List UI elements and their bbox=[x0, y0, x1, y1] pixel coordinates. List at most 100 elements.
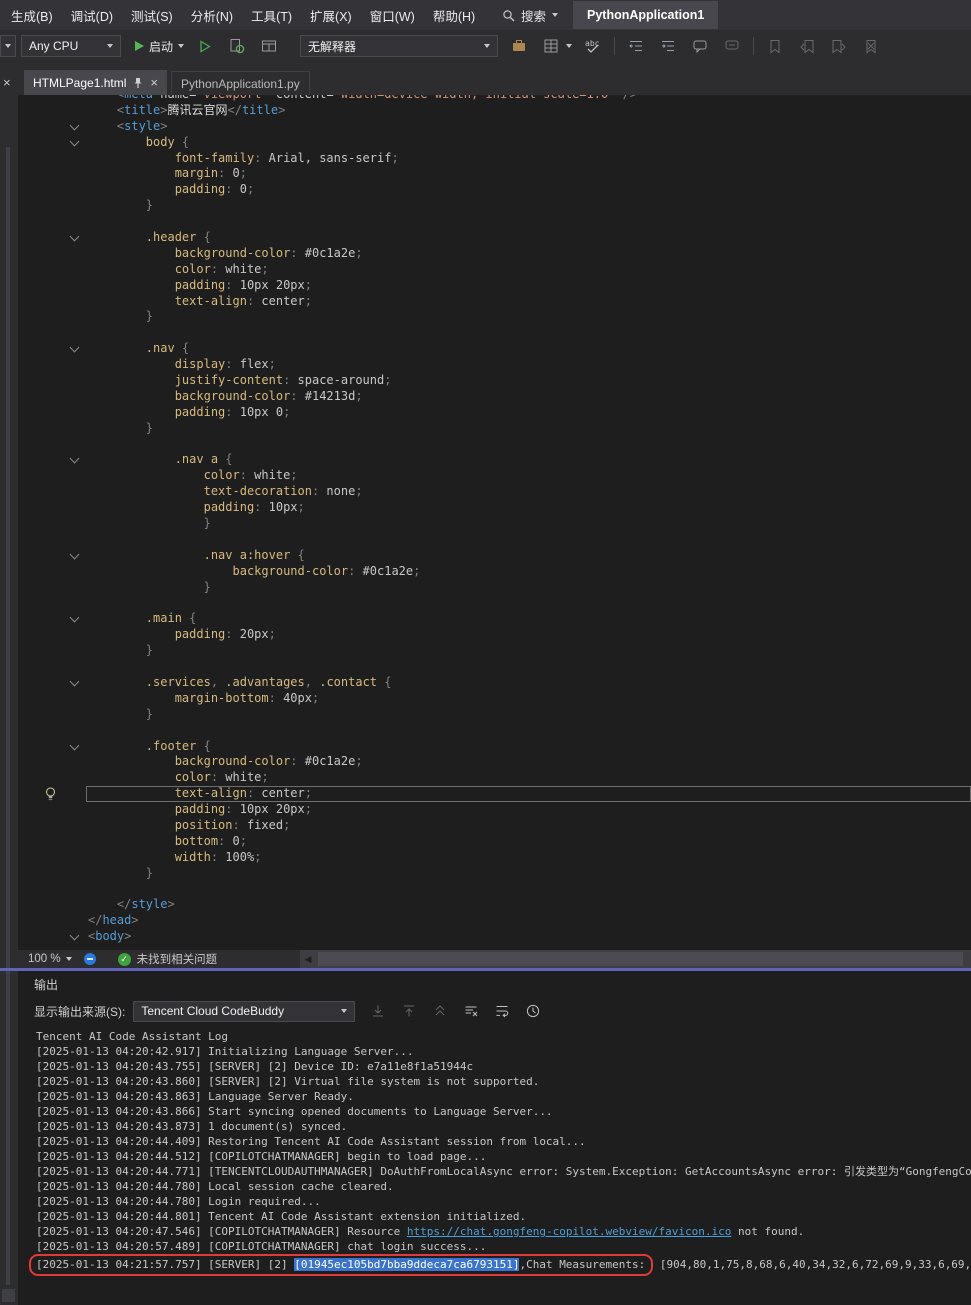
search-box[interactable]: 搜索 bbox=[494, 3, 566, 27]
left-scrollbar-button[interactable] bbox=[2, 1289, 15, 1302]
code-line[interactable] bbox=[18, 723, 971, 739]
code-line[interactable]: padding: 20px; bbox=[18, 627, 971, 643]
history-button[interactable] bbox=[524, 1002, 542, 1020]
code-line[interactable] bbox=[18, 214, 971, 230]
code-line[interactable]: <title>腾讯云官网</title> bbox=[18, 103, 971, 119]
code-line[interactable]: bottom: 0; bbox=[18, 834, 971, 850]
python-environment-button[interactable] bbox=[508, 35, 530, 57]
code-line[interactable]: } bbox=[18, 866, 971, 882]
start-without-debug-button[interactable] bbox=[194, 35, 216, 57]
code-line[interactable]: position: fixed; bbox=[18, 818, 971, 834]
next-message-button[interactable] bbox=[400, 1002, 418, 1020]
start-debug-button[interactable]: 启动 bbox=[135, 38, 184, 55]
code-line[interactable]: color: white; bbox=[18, 468, 971, 484]
close-icon[interactable]: × bbox=[150, 77, 158, 89]
menu-item-3[interactable]: 分析(N) bbox=[182, 0, 242, 31]
code-line[interactable] bbox=[18, 596, 971, 612]
code-line[interactable]: .services, .advantages, .contact { bbox=[18, 675, 971, 691]
truncated-combo[interactable] bbox=[0, 35, 16, 57]
code-line[interactable]: <body> bbox=[18, 929, 971, 945]
code-line[interactable]: } bbox=[18, 421, 971, 437]
code-line[interactable] bbox=[18, 882, 971, 898]
code-line[interactable]: padding: 10px 20px; bbox=[18, 802, 971, 818]
code-line[interactable]: } bbox=[18, 707, 971, 723]
code-line[interactable]: </style> bbox=[18, 897, 971, 913]
decrease-indent-button[interactable] bbox=[625, 35, 647, 57]
attach-to-process-button[interactable] bbox=[226, 35, 248, 57]
scroll-left-icon[interactable]: ◀ bbox=[300, 950, 316, 968]
spell-check-button[interactable]: abc bbox=[582, 35, 604, 57]
pin-icon[interactable] bbox=[133, 77, 143, 89]
menu-item-7[interactable]: 帮助(H) bbox=[424, 0, 484, 31]
code-line[interactable]: } bbox=[18, 580, 971, 596]
menu-item-2[interactable]: 测试(S) bbox=[122, 0, 182, 31]
code-line[interactable]: color: white; bbox=[18, 770, 971, 786]
interpreter-combo[interactable]: 无解释器 bbox=[300, 35, 498, 57]
document-health[interactable]: ✓ 未找到相关问题 bbox=[118, 951, 218, 967]
prev-bookmark-button[interactable] bbox=[796, 35, 818, 57]
code-line[interactable]: padding: 10px 20px; bbox=[18, 278, 971, 294]
log-link[interactable]: https://chat.gongfeng-copilot.webview/fa… bbox=[407, 1225, 732, 1238]
sync-status-icon[interactable] bbox=[84, 953, 96, 965]
toggle-bookmark-button[interactable] bbox=[764, 35, 786, 57]
clear-bookmarks-button[interactable] bbox=[860, 35, 882, 57]
code-line[interactable]: font-family: Arial, sans-serif; bbox=[18, 151, 971, 167]
code-line[interactable]: .main { bbox=[18, 611, 971, 627]
menu-item-0[interactable]: 生成(B) bbox=[2, 0, 62, 31]
code-line[interactable]: display: flex; bbox=[18, 357, 971, 373]
code-line[interactable]: color: white; bbox=[18, 262, 971, 278]
preview-window-button[interactable] bbox=[258, 35, 280, 57]
platform-combo[interactable]: Any CPU bbox=[21, 35, 121, 57]
word-wrap-button[interactable] bbox=[493, 1002, 511, 1020]
menu-item-6[interactable]: 窗口(W) bbox=[361, 0, 424, 31]
code-line[interactable]: .nav { bbox=[18, 341, 971, 357]
uncomment-button[interactable] bbox=[721, 35, 743, 57]
menu-item-4[interactable]: 工具(T) bbox=[242, 0, 301, 31]
code-line[interactable]: padding: 10px 0; bbox=[18, 405, 971, 421]
scrollbar-thumb[interactable] bbox=[318, 952, 963, 966]
menu-item-1[interactable]: 调试(D) bbox=[62, 0, 122, 31]
horizontal-scrollbar[interactable]: ◀ bbox=[300, 950, 971, 968]
code-line[interactable]: } bbox=[18, 516, 971, 532]
code-line[interactable] bbox=[18, 437, 971, 453]
code-line[interactable]: background-color: #0c1a2e; bbox=[18, 754, 971, 770]
menu-item-5[interactable]: 扩展(X) bbox=[301, 0, 361, 31]
prev-message-button[interactable] bbox=[369, 1002, 387, 1020]
tab-pythonapplication1[interactable]: PythonApplication1.py bbox=[171, 71, 310, 95]
code-line[interactable]: background-color: #0c1a2e; bbox=[18, 246, 971, 262]
output-source-combo[interactable]: Tencent Cloud CodeBuddy bbox=[133, 1001, 355, 1022]
code-line[interactable]: } bbox=[18, 643, 971, 659]
code-line[interactable]: .header { bbox=[18, 230, 971, 246]
code-line[interactable]: text-align: center; bbox=[18, 294, 971, 310]
comment-button[interactable] bbox=[689, 35, 711, 57]
code-line[interactable]: </head> bbox=[18, 913, 971, 929]
zoom-control[interactable]: 100 % bbox=[18, 953, 72, 965]
code-line-current[interactable]: text-align: center; bbox=[18, 786, 971, 802]
code-line[interactable]: } bbox=[18, 198, 971, 214]
code-line[interactable]: } bbox=[18, 309, 971, 325]
code-line[interactable]: background-color: #0c1a2e; bbox=[18, 564, 971, 580]
code-line[interactable]: justify-content: space-around; bbox=[18, 373, 971, 389]
code-line[interactable]: .footer { bbox=[18, 739, 971, 755]
code-line[interactable] bbox=[18, 659, 971, 675]
increase-indent-button[interactable] bbox=[657, 35, 679, 57]
solution-grid-button[interactable] bbox=[540, 35, 562, 57]
code-line[interactable]: text-decoration: none; bbox=[18, 484, 971, 500]
clear-all-button[interactable] bbox=[462, 1002, 480, 1020]
code-line[interactable]: <style> bbox=[18, 119, 971, 135]
code-line[interactable]: .nav a:hover { bbox=[18, 548, 971, 564]
next-bookmark-button[interactable] bbox=[828, 35, 850, 57]
code-editor[interactable]: <meta name="viewport" content="width=dev… bbox=[18, 95, 971, 950]
code-line[interactable]: .nav a { bbox=[18, 452, 971, 468]
code-line[interactable] bbox=[18, 532, 971, 548]
chevron-down-icon[interactable] bbox=[566, 44, 572, 48]
tab-htmlpage1[interactable]: HTMLPage1.html × bbox=[24, 70, 167, 95]
code-line[interactable]: background-color: #14213d; bbox=[18, 389, 971, 405]
code-line[interactable] bbox=[18, 325, 971, 341]
code-line[interactable]: margin: 0; bbox=[18, 166, 971, 182]
code-line[interactable]: padding: 10px; bbox=[18, 500, 971, 516]
left-scrollbar[interactable] bbox=[6, 147, 10, 1285]
collapse-all-button[interactable] bbox=[431, 1002, 449, 1020]
code-line[interactable]: margin-bottom: 40px; bbox=[18, 691, 971, 707]
code-line[interactable]: body { bbox=[18, 135, 971, 151]
